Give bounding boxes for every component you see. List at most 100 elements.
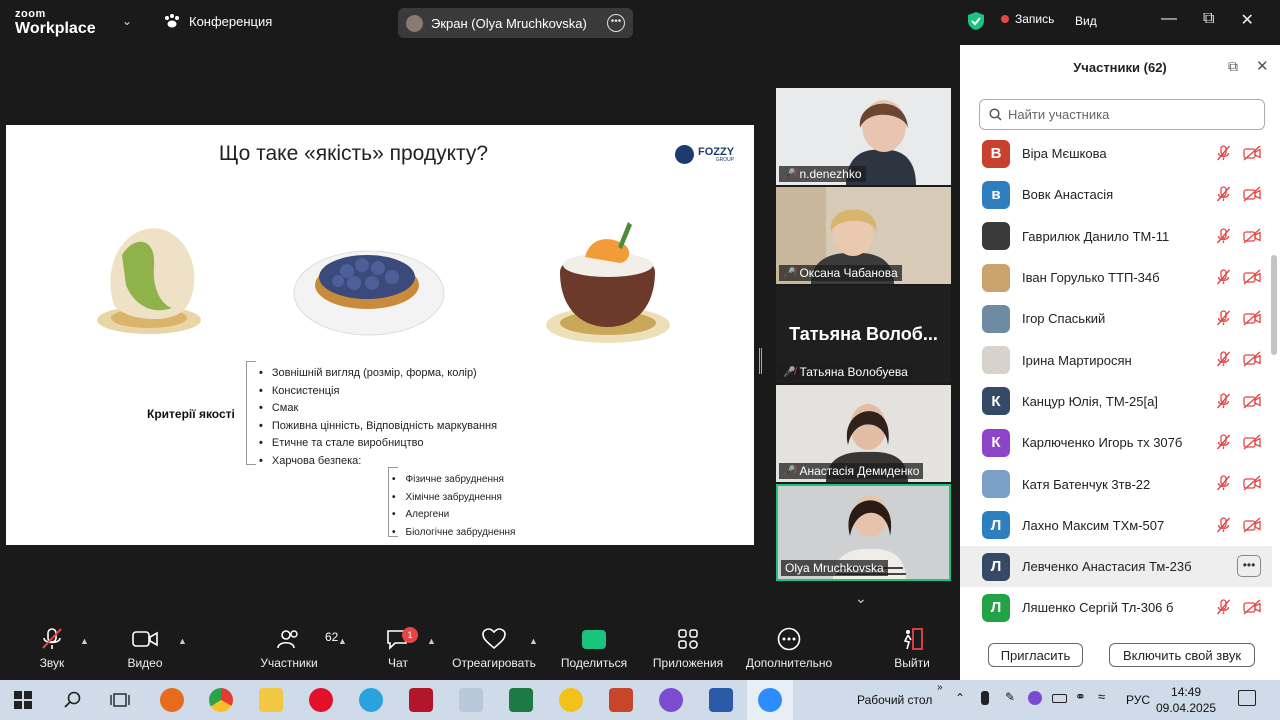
list-item: Етичне та сталe виробництво	[259, 435, 497, 453]
video-tile[interactable]: 🎤̸ n.denezhko	[776, 88, 951, 185]
battery-icon[interactable]	[1052, 694, 1067, 703]
pop-out-icon[interactable]: ⧉	[1228, 58, 1238, 75]
viber-icon[interactable]	[659, 688, 683, 712]
more-options-button[interactable]: •••	[1237, 554, 1261, 577]
avatar: Л	[982, 511, 1010, 540]
headset-icon[interactable]: ⚭	[1075, 689, 1086, 705]
participants-label: Участники	[260, 656, 318, 670]
participant-row[interactable]: Іван Горулько ТТП-34б	[960, 257, 1272, 298]
participant-row[interactable]: К Канцур Юлія, ТМ-25[а]	[960, 381, 1272, 422]
zoom-taskbar-button[interactable]	[747, 680, 793, 720]
task-view-icon[interactable]	[110, 691, 130, 709]
archicad-icon[interactable]	[559, 688, 583, 712]
participant-row[interactable]: Гаврилюк Данило ТМ-11	[960, 216, 1272, 257]
participant-row[interactable]: Л Ляшенко Сергій Тл-306 б	[960, 587, 1272, 628]
chevron-down-icon[interactable]: ⌄	[855, 590, 867, 607]
close-icon[interactable]: ✕	[1256, 57, 1269, 75]
opera-icon[interactable]	[309, 688, 333, 712]
record-indicator[interactable]: Запись	[965, 12, 1054, 26]
word-icon[interactable]	[709, 688, 733, 712]
paint-icon[interactable]	[459, 688, 483, 712]
shared-screen: Що таке «якість» продукту? FOZZY GROUP К…	[6, 125, 754, 545]
tray-overflow-icon[interactable]: ⌃	[955, 691, 965, 705]
more-icon[interactable]: •••	[607, 14, 625, 32]
chevrons-icon[interactable]: »	[937, 682, 943, 693]
chevron-up-icon[interactable]: ▲	[178, 636, 187, 646]
search-icon	[989, 108, 1002, 121]
video-tile[interactable]: Татьяна Волоб... 🎤̸ Татьяна Волобуева	[776, 286, 951, 383]
apps-button[interactable]: Приложения	[651, 622, 725, 680]
zoom-logo[interactable]: zoom Workplace	[15, 9, 96, 37]
leave-button[interactable]: Выйти	[893, 622, 931, 680]
chevron-up-icon[interactable]: ▲	[338, 636, 347, 646]
search-icon[interactable]	[63, 691, 81, 709]
unmute-self-button[interactable]: Включить свой звук	[1109, 643, 1255, 667]
participant-name: Ляшенко Сергій Тл-306 б	[1022, 600, 1174, 616]
participant-row[interactable]: В Віра Мєшкова	[960, 133, 1272, 174]
search-box[interactable]	[979, 99, 1265, 130]
desktop-label[interactable]: Рабочий стол	[857, 693, 932, 707]
chevron-down-icon[interactable]: ⌄	[122, 14, 132, 28]
screen-share-pill[interactable]: Экран (Olya Mruchkovska) •••	[398, 8, 633, 38]
react-button[interactable]: Отреагировать	[450, 622, 538, 680]
audio-button[interactable]: Звук	[32, 622, 72, 680]
mic-muted-icon	[1216, 227, 1231, 244]
chevron-up-icon[interactable]: ▲	[80, 636, 89, 646]
mic-muted-icon	[1216, 145, 1231, 161]
participant-name: Вовк Анастасія	[1022, 187, 1114, 203]
language-indicator[interactable]: РУС	[1126, 693, 1150, 707]
zoom-icon	[758, 688, 782, 712]
firefox-icon[interactable]	[160, 688, 184, 712]
invite-button[interactable]: Пригласить	[988, 643, 1083, 667]
participant-row[interactable]: Ігор Спаський	[960, 298, 1272, 339]
chat-button[interactable]: 1 Чат	[383, 622, 418, 680]
pen-icon[interactable]: ✎	[1005, 690, 1015, 704]
participant-name: Іван Горулько ТТП-34б	[1022, 270, 1160, 286]
chrome-icon[interactable]	[209, 688, 233, 712]
share-button[interactable]: Поделиться	[560, 622, 628, 680]
video-name-tag: 🎤̸ n.denezhko	[779, 166, 866, 182]
video-tile[interactable]: 🎤̸ Анастасія Демиденко	[776, 385, 951, 482]
video-button[interactable]: Видео	[125, 622, 165, 680]
participants-button[interactable]: 62 Участники	[257, 622, 338, 680]
participant-row[interactable]: Ірина Мартиросян	[960, 339, 1272, 380]
clock[interactable]: 14:49 09.04.2025	[1156, 684, 1216, 716]
search-input[interactable]	[1008, 107, 1248, 122]
powerpoint-icon[interactable]	[609, 688, 633, 712]
list-item: Смак	[259, 400, 497, 418]
excel-icon[interactable]	[509, 688, 533, 712]
mic-muted-icon	[1216, 599, 1231, 615]
close-icon[interactable]: ✕	[1240, 10, 1253, 30]
notifications-icon[interactable]	[1238, 690, 1256, 706]
chocolate-dessert-image	[546, 222, 670, 343]
meeting-info-button[interactable]: Конференция	[163, 13, 272, 29]
wifi-icon[interactable]: ≈	[1098, 689, 1105, 704]
participant-row[interactable]: Л Левченко Анастасия Тм-23б •••	[960, 545, 1272, 588]
participant-row[interactable]: К Карлюченко Игорь тх 307б	[960, 422, 1272, 463]
chevron-up-icon[interactable]: ▲	[529, 636, 538, 646]
viber-tray-icon[interactable]	[1028, 691, 1042, 705]
file-explorer-icon[interactable]	[259, 688, 283, 712]
record-dot-icon	[1001, 15, 1009, 23]
video-tile-active-speaker[interactable]: Olya Mruchkovska	[776, 484, 951, 581]
video-tile[interactable]: 🎤̸ Оксана Чабанова	[776, 187, 951, 284]
minimize-icon[interactable]: —	[1161, 10, 1177, 30]
participant-row[interactable]: Катя Батенчук 3тв-22	[960, 463, 1272, 504]
avatar	[982, 263, 1010, 292]
avatar	[982, 346, 1010, 375]
participant-row[interactable]: Л Лахно Максим ТХм-507	[960, 505, 1272, 546]
participant-row[interactable]: в Вовк Анастасія	[960, 174, 1272, 215]
chevron-up-icon[interactable]: ▲	[427, 636, 436, 646]
more-button[interactable]: Дополнительно	[743, 622, 835, 680]
participant-name: Канцур Юлія, ТМ-25[а]	[1022, 393, 1158, 409]
resize-handle[interactable]	[759, 348, 762, 374]
app-icon[interactable]	[409, 688, 433, 712]
camera-off-icon	[1243, 186, 1261, 202]
telegram-icon[interactable]	[359, 688, 383, 712]
view-button[interactable]: Вид	[1075, 14, 1097, 28]
scrollbar[interactable]	[1271, 255, 1277, 355]
restore-icon[interactable]: ⧉	[1203, 10, 1214, 30]
microphone-icon[interactable]	[981, 691, 989, 705]
windows-start-icon[interactable]	[14, 691, 32, 709]
camera-off-icon	[1243, 475, 1261, 491]
